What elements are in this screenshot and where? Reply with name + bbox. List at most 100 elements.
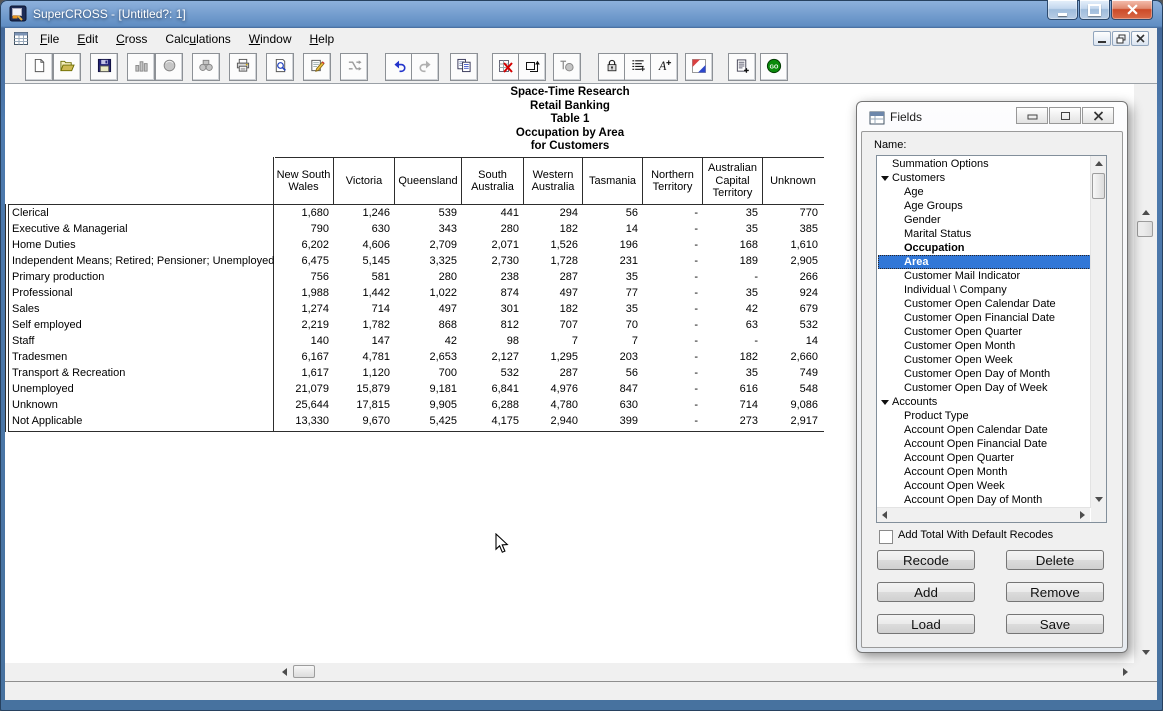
lock-button[interactable]: [598, 53, 626, 81]
scroll-down-button[interactable]: [1137, 645, 1154, 660]
tree-item-customer-open-quarter[interactable]: Customer Open Quarter: [878, 325, 1091, 339]
font-increase-button[interactable]: A: [650, 53, 678, 81]
list-vertical-scroll-thumb[interactable]: [1092, 173, 1105, 199]
tree-item-account-open-week[interactable]: Account Open Week: [878, 479, 1091, 493]
tree-item-account-open-quarter[interactable]: Account Open Quarter: [878, 451, 1091, 465]
mdi-close-button[interactable]: [1131, 31, 1149, 46]
table-cell: 35: [703, 365, 763, 381]
print-button[interactable]: [229, 53, 257, 81]
edit-table-button[interactable]: [303, 53, 331, 81]
tree-item-gender[interactable]: Gender: [878, 213, 1091, 227]
tree-item-product-type[interactable]: Product Type: [878, 409, 1091, 423]
go-button[interactable]: GO: [760, 53, 788, 81]
column-header[interactable]: South Australia: [462, 158, 524, 204]
tree-item-account-open-day-of-month[interactable]: Account Open Day of Month: [878, 493, 1091, 507]
tree-item-account-open-calendar-date[interactable]: Account Open Calendar Date: [878, 423, 1091, 437]
tree-item-age[interactable]: Age: [878, 185, 1091, 199]
tree-item-customer-open-financial-date[interactable]: Customer Open Financial Date: [878, 311, 1091, 325]
tree-item-customer-open-calendar-date[interactable]: Customer Open Calendar Date: [878, 297, 1091, 311]
column-header[interactable]: Queensland: [395, 158, 462, 204]
horizontal-scrollbar[interactable]: [5, 663, 1134, 681]
row-label: Primary production: [5, 269, 274, 285]
maximize-button[interactable]: [1079, 0, 1110, 20]
row-label: Unknown: [5, 397, 274, 413]
tree-item-area[interactable]: Area: [878, 255, 1091, 269]
dialog-close-button[interactable]: [1082, 107, 1114, 124]
column-header[interactable]: Northern Territory: [643, 158, 703, 204]
scroll-up-button[interactable]: [1137, 205, 1154, 220]
field-list-button[interactable]: [624, 53, 652, 81]
dialog-minimize-button[interactable]: [1016, 107, 1048, 124]
row-label: Executive & Managerial: [5, 221, 274, 237]
recode-rect-button[interactable]: [518, 53, 546, 81]
tree-item-customer-open-week[interactable]: Customer Open Week: [878, 353, 1091, 367]
menu-help[interactable]: Help: [300, 28, 343, 50]
new-table-plus-button[interactable]: [728, 53, 756, 81]
tree-item-customer-open-day-of-week[interactable]: Customer Open Day of Week: [878, 381, 1091, 395]
tree-item-customers[interactable]: Customers: [878, 171, 1091, 185]
tree-item-marital-status[interactable]: Marital Status: [878, 227, 1091, 241]
column-header[interactable]: New South Wales: [274, 158, 334, 204]
mdi-minimize-button[interactable]: [1093, 31, 1111, 46]
minimize-button[interactable]: [1047, 0, 1078, 20]
list-vertical-scrollbar[interactable]: [1090, 156, 1106, 508]
column-header[interactable]: Victoria: [334, 158, 395, 204]
menu-file[interactable]: File: [31, 28, 68, 50]
scroll-right-button[interactable]: [1118, 664, 1133, 680]
new-document-button[interactable]: [25, 53, 53, 81]
column-header[interactable]: Western Australia: [524, 158, 583, 204]
recode-button[interactable]: Recode: [877, 550, 975, 570]
tree-item-summation-options[interactable]: Summation Options: [878, 157, 1091, 171]
add-total-checkbox[interactable]: [879, 530, 893, 544]
colour-button[interactable]: [685, 53, 713, 81]
tree-item-age-groups[interactable]: Age Groups: [878, 199, 1091, 213]
tree-item-account-open-financial-date[interactable]: Account Open Financial Date: [878, 437, 1091, 451]
column-header[interactable]: Tasmania: [583, 158, 643, 204]
vertical-scrollbar[interactable]: [1134, 84, 1157, 681]
close-button[interactable]: [1111, 0, 1153, 20]
list-scroll-right-button[interactable]: [1076, 508, 1089, 521]
horizontal-scroll-thumb[interactable]: [293, 665, 315, 678]
list-scroll-down-button[interactable]: [1091, 493, 1106, 506]
column-header[interactable]: Australian Capital Territory: [703, 158, 763, 204]
tree-item-occupation[interactable]: Occupation: [878, 241, 1091, 255]
mdi-restore-button[interactable]: [1112, 31, 1130, 46]
dialog-maximize-button[interactable]: [1049, 107, 1081, 124]
scroll-left-button[interactable]: [277, 664, 292, 680]
tree-item-customer-open-day-of-month[interactable]: Customer Open Day of Month: [878, 367, 1091, 381]
menu-cross[interactable]: Cross: [107, 28, 156, 50]
delete-button[interactable]: Delete: [1006, 550, 1104, 570]
menu-calculations[interactable]: Calculations: [156, 28, 239, 50]
table-cell: 56: [583, 365, 643, 381]
expander-icon[interactable]: [881, 176, 889, 181]
tree-item-accounts[interactable]: Accounts: [878, 395, 1091, 409]
remove-button[interactable]: Remove: [1006, 582, 1104, 602]
sphere-icon: [162, 58, 177, 76]
load-button[interactable]: Load: [877, 614, 975, 634]
copy-button[interactable]: [450, 53, 478, 81]
vertical-scroll-thumb[interactable]: [1137, 221, 1153, 237]
table-cell: 42: [703, 301, 763, 317]
list-scroll-left-button[interactable]: [878, 508, 891, 521]
tree-item-individual-company[interactable]: Individual \ Company: [878, 283, 1091, 297]
table-cell: 679: [763, 301, 823, 317]
add-button[interactable]: Add: [877, 582, 975, 602]
document-grid-icon[interactable]: [13, 31, 29, 49]
tree-item-customer-open-month[interactable]: Customer Open Month: [878, 339, 1091, 353]
list-scroll-up-button[interactable]: [1091, 157, 1106, 170]
column-header[interactable]: Unknown: [763, 158, 823, 204]
tree-item-account-open-month[interactable]: Account Open Month: [878, 465, 1091, 479]
open-file-button[interactable]: [53, 53, 81, 81]
print-preview-button[interactable]: [266, 53, 294, 81]
save-button[interactable]: [90, 53, 118, 81]
table-cell: 714: [334, 301, 395, 317]
save-button[interactable]: Save: [1006, 614, 1104, 634]
table-cell: 6,475: [274, 253, 334, 269]
delete-cross-button[interactable]: [492, 53, 520, 81]
expander-icon[interactable]: [881, 400, 889, 405]
menu-window[interactable]: Window: [240, 28, 301, 50]
menu-edit[interactable]: Edit: [68, 28, 107, 50]
tree-item-customer-mail-indicator[interactable]: Customer Mail Indicator: [878, 269, 1091, 283]
list-horizontal-scrollbar[interactable]: [877, 507, 1090, 522]
undo-button[interactable]: [385, 53, 413, 81]
